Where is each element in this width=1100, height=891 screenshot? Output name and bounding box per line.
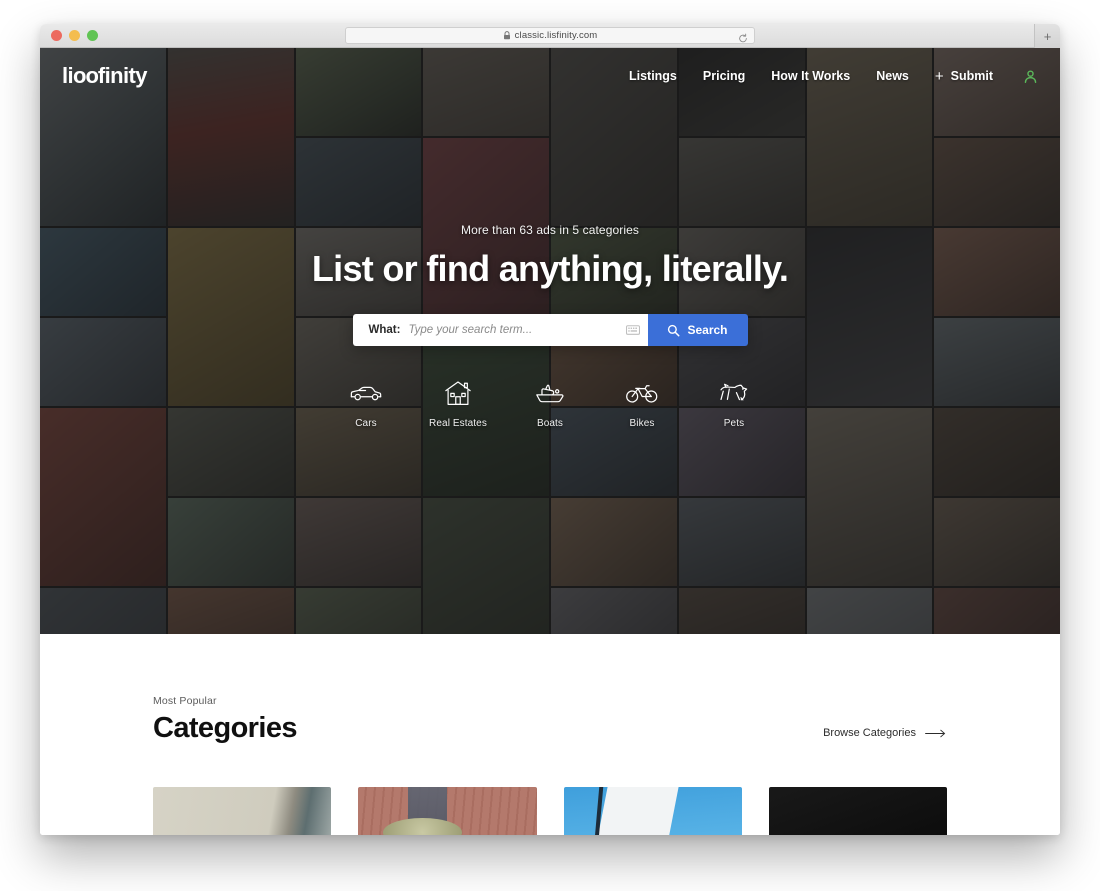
reload-icon[interactable] xyxy=(738,31,748,49)
logo-infinity-glyph: oo xyxy=(73,63,99,88)
mosaic-photo-tile xyxy=(551,498,677,586)
boat-icon xyxy=(533,379,567,407)
category-card-2[interactable] xyxy=(358,787,537,835)
site-navbar: li oo finity Listings Pricing How It Works… xyxy=(40,48,1060,104)
hero-headline: List or find anything, literally. xyxy=(311,248,789,289)
browser-window: classic.lisfinity.com + li oo finity Listi… xyxy=(40,24,1060,835)
mosaic-photo-tile xyxy=(678,588,805,634)
mosaic-photo-tile xyxy=(167,498,294,586)
category-shortcut-real-estates[interactable]: Real Estates xyxy=(425,379,491,429)
mosaic-photo-tile xyxy=(423,498,549,634)
category-shortcut-boats[interactable]: Boats xyxy=(517,379,583,429)
bicycle-icon xyxy=(625,379,659,407)
nav-link-pricing[interactable]: Pricing xyxy=(703,69,745,83)
user-account-icon[interactable] xyxy=(1023,69,1038,84)
mosaic-photo-tile xyxy=(934,498,1060,586)
search-magnifier-icon xyxy=(667,324,680,337)
category-card-1[interactable] xyxy=(153,787,332,835)
logo-text-part-1: li xyxy=(62,63,74,88)
url-text: classic.lisfinity.com xyxy=(514,30,598,41)
category-card-grid xyxy=(153,787,947,835)
mosaic-photo-tile xyxy=(551,588,677,634)
category-shortcut-cars[interactable]: Cars xyxy=(333,379,399,429)
new-tab-button[interactable]: + xyxy=(1034,24,1060,48)
hero-search-bar: What: Search xyxy=(352,314,748,346)
nav-link-news[interactable]: News xyxy=(876,69,909,83)
house-icon xyxy=(443,379,473,407)
lock-icon xyxy=(503,31,511,40)
category-label-bikes: Bikes xyxy=(629,418,655,429)
mosaic-photo-tile xyxy=(295,138,422,226)
browser-titlebar: classic.lisfinity.com + xyxy=(40,24,1060,48)
category-label-cars: Cars xyxy=(355,418,377,429)
categories-section: Most Popular Categories Browse Categorie… xyxy=(40,634,1060,835)
plus-icon: + xyxy=(934,67,944,85)
keyboard-icon[interactable] xyxy=(625,325,640,335)
search-what-label: What: xyxy=(368,324,401,336)
page-viewport: li oo finity Listings Pricing How It Works… xyxy=(40,48,1060,835)
nav-link-listings[interactable]: Listings xyxy=(629,69,677,83)
submit-ad-button[interactable]: + Submit xyxy=(935,69,993,84)
dog-running-icon xyxy=(718,379,750,407)
search-button[interactable]: Search xyxy=(647,314,748,346)
mosaic-photo-tile xyxy=(295,588,422,634)
mosaic-photo-tile xyxy=(934,138,1060,226)
category-label-real-estates: Real Estates xyxy=(429,418,487,429)
category-shortcut-bikes[interactable]: Bikes xyxy=(609,379,675,429)
close-window-button[interactable] xyxy=(51,30,62,41)
arrow-right-icon xyxy=(925,729,947,738)
mosaic-photo-tile xyxy=(678,138,805,226)
site-logo[interactable]: li oo finity xyxy=(62,63,147,89)
search-input[interactable] xyxy=(408,324,618,336)
category-label-boats: Boats xyxy=(536,418,564,429)
category-label-pets: Pets xyxy=(723,418,745,429)
nav-link-how-it-works[interactable]: How It Works xyxy=(771,69,850,83)
mosaic-photo-tile xyxy=(806,588,933,634)
logo-text-part-2: finity xyxy=(97,63,148,88)
category-card-3[interactable] xyxy=(563,787,742,835)
mosaic-photo-tile xyxy=(40,408,166,586)
mosaic-photo-tile xyxy=(40,588,166,634)
hero-content: More than 63 ads in 5 categories List or… xyxy=(40,223,1060,429)
hero-category-shortcuts: Cars Real Estates Boats Bikes Pets xyxy=(333,379,767,429)
browse-categories-label: Browse Categories xyxy=(823,727,916,739)
car-icon xyxy=(349,379,383,407)
hero-subtitle: More than 63 ads in 5 categories xyxy=(461,223,639,237)
page-title: Categories xyxy=(153,712,297,744)
mosaic-photo-tile xyxy=(167,588,294,634)
mosaic-photo-tile xyxy=(806,408,933,586)
section-header-row: Categories Browse Categories xyxy=(153,712,947,745)
submit-label: Submit xyxy=(950,69,993,83)
search-button-label: Search xyxy=(687,323,728,337)
mosaic-photo-tile xyxy=(678,498,805,586)
search-field-wrapper: What: xyxy=(352,314,648,346)
hero-section: li oo finity Listings Pricing How It Works… xyxy=(40,48,1060,634)
browse-categories-link[interactable]: Browse Categories xyxy=(823,727,947,745)
window-traffic-lights xyxy=(51,30,98,41)
mosaic-photo-tile xyxy=(934,588,1060,634)
planter-foliage-detail xyxy=(383,818,462,835)
minimize-window-button[interactable] xyxy=(69,30,80,41)
category-shortcut-pets[interactable]: Pets xyxy=(701,379,767,429)
category-card-4[interactable] xyxy=(768,787,947,835)
maximize-window-button[interactable] xyxy=(87,30,98,41)
address-bar[interactable]: classic.lisfinity.com xyxy=(345,27,755,44)
mosaic-photo-tile xyxy=(295,498,422,586)
section-eyebrow: Most Popular xyxy=(153,695,217,707)
navbar-links: Listings Pricing How It Works News + Sub… xyxy=(629,69,1038,84)
